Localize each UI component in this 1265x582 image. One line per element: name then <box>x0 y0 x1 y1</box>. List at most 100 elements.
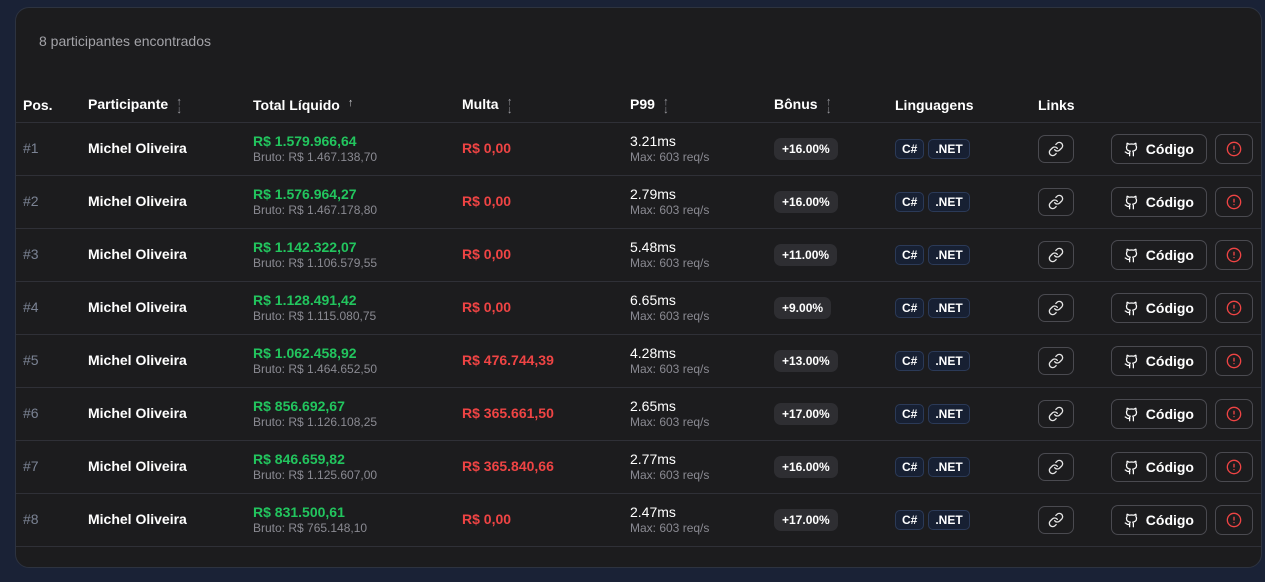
header-participant[interactable]: Participante ↑ ↓ <box>88 88 253 123</box>
results-count: 8 participantes encontrados <box>39 33 211 49</box>
report-button[interactable] <box>1215 240 1253 270</box>
fine-amount: R$ 0,00 <box>462 511 512 527</box>
fine-amount: R$ 0,00 <box>462 246 512 262</box>
sort-icon[interactable]: ↑ ↓ <box>661 96 671 115</box>
link-button[interactable] <box>1038 241 1074 269</box>
participant-name: Michel Oliveira <box>88 405 187 421</box>
header-fine[interactable]: Multa ↑ ↓ <box>462 88 630 123</box>
net-total: R$ 846.659,82 <box>253 451 345 467</box>
position: #1 <box>23 140 39 156</box>
sort-asc-icon[interactable]: ↑ <box>348 97 354 109</box>
code-button-label: Código <box>1145 300 1194 316</box>
language-badge: C# <box>895 298 925 318</box>
language-badge: C# <box>895 351 925 371</box>
gross-total: Bruto: R$ 1.125.607,00 <box>253 468 378 482</box>
fine-amount: R$ 0,00 <box>462 299 512 315</box>
report-button[interactable] <box>1215 505 1253 535</box>
code-button[interactable]: Código <box>1110 505 1207 535</box>
participant-name: Michel Oliveira <box>88 193 187 209</box>
github-icon <box>1124 248 1137 262</box>
language-badge: .NET <box>928 192 970 212</box>
code-button[interactable]: Código <box>1110 187 1207 217</box>
report-button[interactable] <box>1215 452 1253 482</box>
alert-circle-icon <box>1226 512 1242 528</box>
p99-latency: 3.21ms <box>630 133 676 149</box>
report-button[interactable] <box>1215 134 1253 164</box>
link-button[interactable] <box>1038 453 1074 481</box>
language-badge: C# <box>895 457 925 477</box>
participant-name: Michel Oliveira <box>88 352 187 368</box>
table-row[interactable]: #7 Michel Oliveira R$ 846.659,82 Bruto: … <box>16 441 1261 494</box>
table-row[interactable]: #2 Michel Oliveira R$ 1.576.964,27 Bruto… <box>16 176 1261 229</box>
language-badge: .NET <box>928 298 970 318</box>
max-throughput: Max: 603 req/s <box>630 150 710 164</box>
code-button[interactable]: Código <box>1110 134 1207 164</box>
table-row[interactable]: #1 Michel Oliveira R$ 1.579.966,64 Bruto… <box>16 123 1261 176</box>
report-button[interactable] <box>1215 293 1253 323</box>
link-icon <box>1048 247 1064 263</box>
sort-icon[interactable]: ↑ ↓ <box>174 96 184 115</box>
language-badge: .NET <box>928 245 970 265</box>
header-total[interactable]: Total Líquido ↑ <box>253 88 462 123</box>
p99-latency: 2.47ms <box>630 504 676 520</box>
code-button[interactable]: Código <box>1110 240 1207 270</box>
bonus-badge: +9.00% <box>774 297 832 319</box>
code-button[interactable]: Código <box>1110 399 1207 429</box>
report-button[interactable] <box>1215 187 1253 217</box>
code-button[interactable]: Código <box>1110 452 1207 482</box>
position: #7 <box>23 458 39 474</box>
link-button[interactable] <box>1038 506 1074 534</box>
table-row[interactable]: #6 Michel Oliveira R$ 856.692,67 Bruto: … <box>16 388 1261 441</box>
participant-name: Michel Oliveira <box>88 246 187 262</box>
language-badge: .NET <box>928 457 970 477</box>
language-badge: C# <box>895 404 925 424</box>
code-button-label: Código <box>1145 512 1194 528</box>
gross-total: Bruto: R$ 1.106.579,55 <box>253 256 378 270</box>
p99-latency: 5.48ms <box>630 239 676 255</box>
language-badge: .NET <box>928 510 970 530</box>
participant-name: Michel Oliveira <box>88 511 187 527</box>
link-button[interactable] <box>1038 347 1074 375</box>
sort-icon[interactable]: ↑ ↓ <box>505 96 515 115</box>
alert-circle-icon <box>1226 353 1242 369</box>
github-icon <box>1124 195 1137 209</box>
link-icon <box>1048 406 1064 422</box>
link-icon <box>1048 353 1064 369</box>
sort-icon[interactable]: ↑ ↓ <box>824 96 834 115</box>
max-throughput: Max: 603 req/s <box>630 256 710 270</box>
header-p99[interactable]: P99 ↑ ↓ <box>630 88 774 123</box>
max-throughput: Max: 603 req/s <box>630 415 710 429</box>
table-row[interactable]: #5 Michel Oliveira R$ 1.062.458,92 Bruto… <box>16 335 1261 388</box>
net-total: R$ 1.142.322,07 <box>253 239 357 255</box>
link-button[interactable] <box>1038 294 1074 322</box>
alert-circle-icon <box>1226 194 1242 210</box>
code-button[interactable]: Código <box>1110 346 1207 376</box>
participant-name: Michel Oliveira <box>88 140 187 156</box>
net-total: R$ 1.579.966,64 <box>253 133 357 149</box>
table-row[interactable]: #4 Michel Oliveira R$ 1.128.491,42 Bruto… <box>16 282 1261 335</box>
link-button[interactable] <box>1038 188 1074 216</box>
bonus-badge: +16.00% <box>774 138 838 160</box>
position: #4 <box>23 299 39 315</box>
link-icon <box>1048 300 1064 316</box>
table-row[interactable]: #3 Michel Oliveira R$ 1.142.322,07 Bruto… <box>16 229 1261 282</box>
report-button[interactable] <box>1215 346 1253 376</box>
bonus-badge: +16.00% <box>774 191 838 213</box>
github-icon <box>1124 460 1137 474</box>
fine-amount: R$ 0,00 <box>462 193 512 209</box>
header-links: Links <box>1038 97 1075 113</box>
p99-latency: 2.65ms <box>630 398 676 414</box>
header-bonus[interactable]: Bônus ↑ ↓ <box>774 88 895 123</box>
p99-latency: 2.77ms <box>630 451 676 467</box>
table-header-row: Pos. Participante ↑ ↓ Total Líquido ↑ Multa… <box>16 88 1261 123</box>
code-button-label: Código <box>1145 353 1194 369</box>
gross-total: Bruto: R$ 1.115.080,75 <box>253 309 377 323</box>
report-button[interactable] <box>1215 399 1253 429</box>
net-total: R$ 856.692,67 <box>253 398 345 414</box>
link-button[interactable] <box>1038 400 1074 428</box>
code-button-label: Código <box>1145 141 1194 157</box>
code-button[interactable]: Código <box>1110 293 1207 323</box>
table-row[interactable]: #8 Michel Oliveira R$ 831.500,61 Bruto: … <box>16 494 1261 547</box>
header-actions <box>1108 88 1261 123</box>
link-button[interactable] <box>1038 135 1074 163</box>
